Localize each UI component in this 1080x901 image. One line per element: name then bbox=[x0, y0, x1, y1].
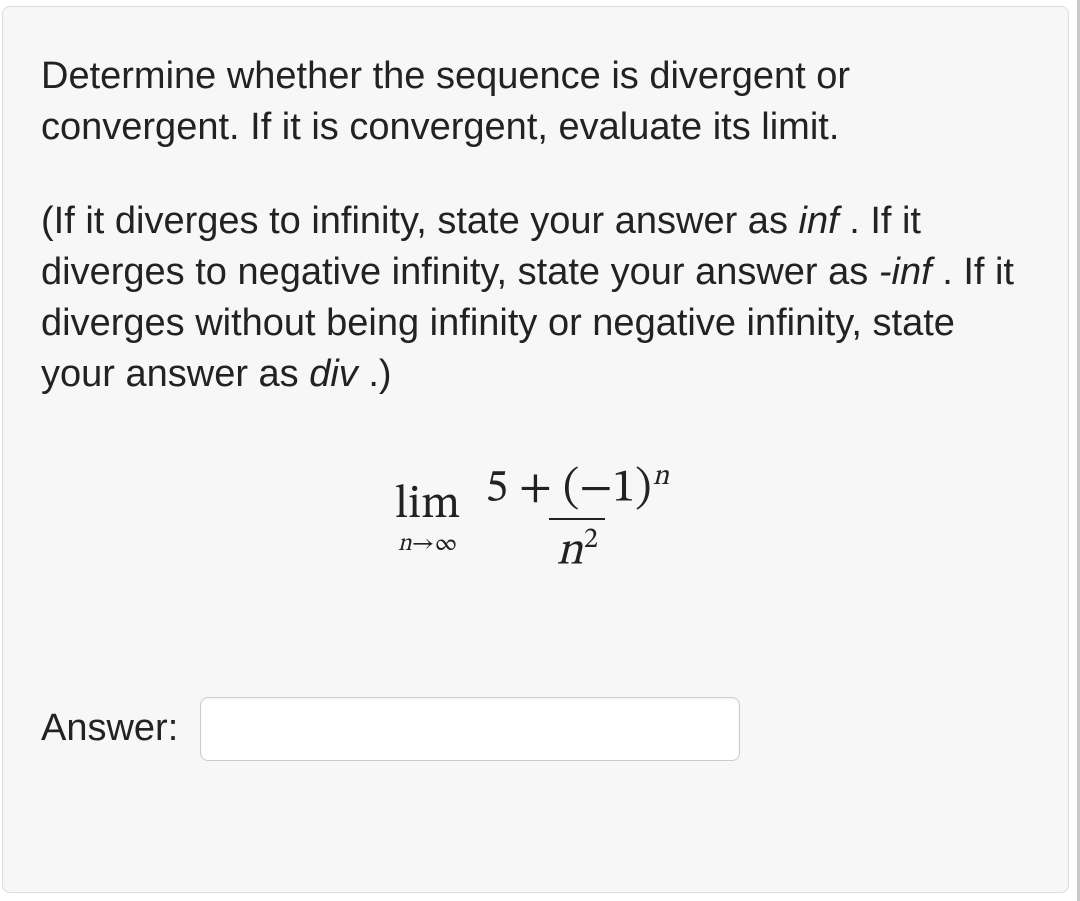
question-prompt: Determine whether the sequence is diverg… bbox=[41, 51, 1030, 154]
sub-infinity: ∞ bbox=[435, 532, 458, 556]
den-var: n bbox=[556, 528, 583, 574]
keyword-inf: inf bbox=[799, 200, 839, 242]
answer-input[interactable] bbox=[200, 697, 740, 761]
sub-n: n bbox=[398, 532, 412, 556]
lim-subscript: n→∞ bbox=[398, 532, 457, 556]
answer-format-instructions: (If it diverges to infinity, state your … bbox=[41, 196, 1030, 401]
answer-label: Answer: bbox=[41, 707, 178, 750]
lim-word: lim bbox=[395, 482, 460, 528]
denominator: n2 bbox=[549, 518, 605, 577]
sub-arrow: → bbox=[412, 532, 435, 556]
den-exponent: 2 bbox=[584, 525, 598, 554]
num-exponent: n bbox=[653, 462, 669, 491]
instructions-text: .) bbox=[358, 353, 392, 395]
keyword-neg-inf: -inf bbox=[879, 251, 932, 293]
fraction: 5 + (−1)n n2 bbox=[478, 461, 676, 577]
num-neg1: −1) bbox=[579, 465, 651, 511]
instructions-text: (If it diverges to infinity, state your … bbox=[41, 200, 799, 242]
num-left: 5 + ( bbox=[485, 465, 579, 511]
question-card: Determine whether the sequence is diverg… bbox=[2, 6, 1069, 893]
numerator: 5 + (−1)n bbox=[478, 461, 676, 518]
keyword-div: div bbox=[309, 353, 358, 395]
limit-expression: lim n→∞ 5 + (−1)n n2 bbox=[41, 461, 1030, 577]
limit-operator: lim n→∞ bbox=[395, 482, 460, 556]
answer-row: Answer: bbox=[41, 697, 1030, 761]
